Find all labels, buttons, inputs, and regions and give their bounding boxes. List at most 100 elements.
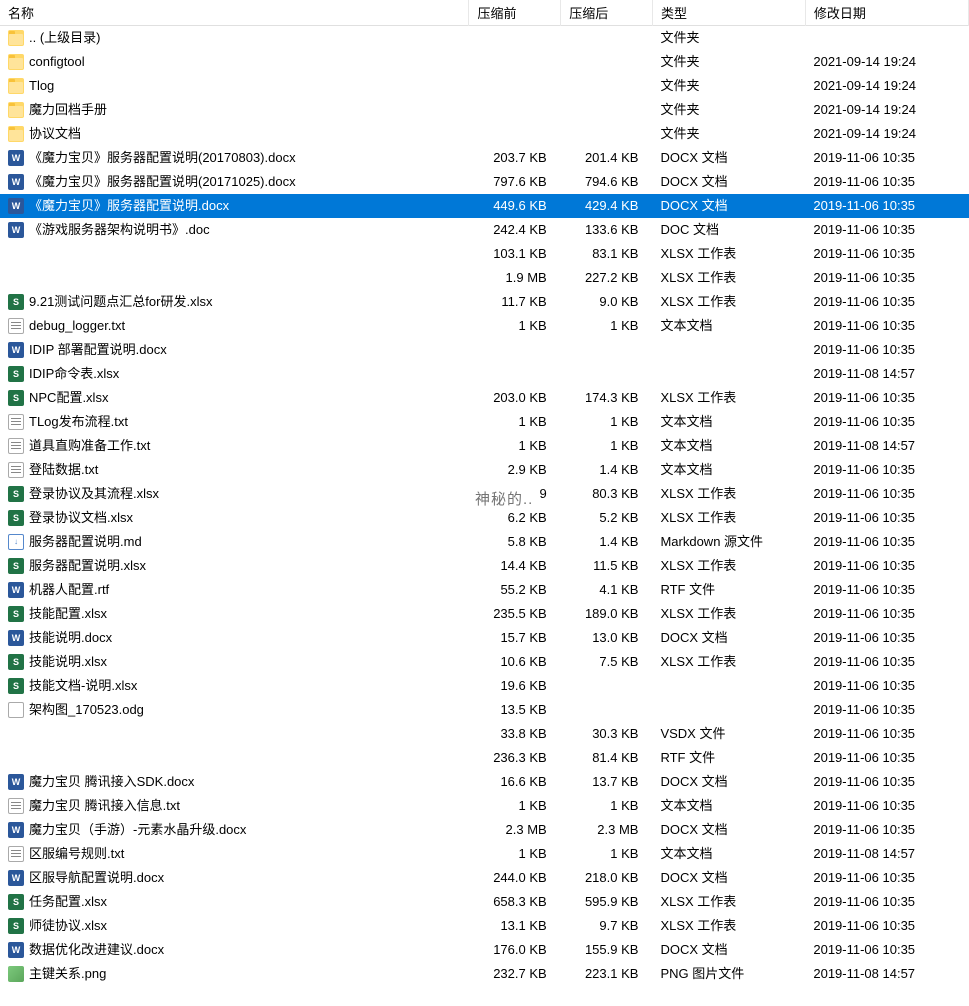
size-before: 1 KB [469,794,561,818]
size-after: 9.0 KB [561,290,653,314]
size-before: 235.5 KB [469,602,561,626]
column-header-after[interactable]: 压缩后 [561,0,653,26]
file-row[interactable]: W《游戏服务器架构说明书》.doc242.4 KB133.6 KBDOC 文档2… [0,218,969,242]
file-name: NPC配置.xlsx [29,386,108,410]
file-row[interactable]: 魔力宝贝 腾讯接入信息.txt1 KB1 KB文本文档2019-11-06 10… [0,794,969,818]
file-date: 2019-11-06 10:35 [805,650,968,674]
txt-icon [8,798,24,814]
size-before: 1 KB [469,410,561,434]
file-row[interactable]: S技能文档-说明.xlsx19.6 KB2019-11-06 10:35 [0,674,969,698]
size-after: 9.7 KB [561,914,653,938]
file-date: 2019-11-06 10:35 [805,290,968,314]
size-before [469,122,561,146]
file-row[interactable]: 区服编号规则.txt1 KB1 KB文本文档2019-11-08 14:57 [0,842,969,866]
file-row[interactable]: ↓服务器配置说明.md5.8 KB1.4 KBMarkdown 源文件2019-… [0,530,969,554]
file-row[interactable]: configtool文件夹2021-09-14 19:24 [0,50,969,74]
file-date: 2019-11-06 10:35 [805,578,968,602]
txt-icon [8,438,24,454]
file-row[interactable]: S任务配置.xlsx658.3 KB595.9 KBXLSX 工作表2019-1… [0,890,969,914]
file-row[interactable]: S服务器配置说明.xlsx14.4 KB11.5 KBXLSX 工作表2019-… [0,554,969,578]
file-type: 文本文档 [652,314,805,338]
file-row[interactable]: 33.8 KB30.3 KBVSDX 文件2019-11-06 10:35 [0,722,969,746]
file-row[interactable]: 103.1 KB83.1 KBXLSX 工作表2019-11-06 10:35 [0,242,969,266]
size-after [561,674,653,698]
file-date: 2019-11-06 10:35 [805,626,968,650]
size-after [561,698,653,722]
file-row[interactable]: 道具直购准备工作.txt1 KB1 KB文本文档2019-11-08 14:57 [0,434,969,458]
file-row[interactable]: .. (上级目录)文件夹 [0,26,969,51]
file-row[interactable]: W机器人配置.rtf55.2 KB4.1 KBRTF 文件2019-11-06 … [0,578,969,602]
file-row[interactable]: 魔力回档手册文件夹2021-09-14 19:24 [0,98,969,122]
file-row[interactable]: 架构图_170523.odg13.5 KB2019-11-06 10:35 [0,698,969,722]
size-before: 203.7 KB [469,146,561,170]
column-header-date[interactable]: 修改日期 [805,0,968,26]
file-row[interactable]: W技能说明.docx15.7 KB13.0 KBDOCX 文档2019-11-0… [0,626,969,650]
file-row[interactable]: W区服导航配置说明.docx244.0 KB218.0 KBDOCX 文档201… [0,866,969,890]
file-type: 文件夹 [652,26,805,51]
file-row[interactable]: SNPC配置.xlsx203.0 KB174.3 KBXLSX 工作表2019-… [0,386,969,410]
file-row[interactable]: W《魔力宝贝》服务器配置说明(20170803).docx203.7 KB201… [0,146,969,170]
file-row[interactable]: W《魔力宝贝》服务器配置说明.docx449.6 KB429.4 KBDOCX … [0,194,969,218]
column-header-before[interactable]: 压缩前 [469,0,561,26]
file-type: 文件夹 [652,74,805,98]
size-after: 227.2 KB [561,266,653,290]
file-name: 技能说明.xlsx [29,650,107,674]
rtf-icon: W [8,582,24,598]
file-type: RTF 文件 [652,746,805,770]
file-row[interactable]: S登录协议文档.xlsx6.2 KB5.2 KBXLSX 工作表2019-11-… [0,506,969,530]
size-after: 174.3 KB [561,386,653,410]
file-name: 《游戏服务器架构说明书》.doc [29,218,210,242]
docx-icon: W [8,630,24,646]
file-row[interactable]: W《魔力宝贝》服务器配置说明(20171025).docx797.6 KB794… [0,170,969,194]
file-row[interactable]: S技能配置.xlsx235.5 KB189.0 KBXLSX 工作表2019-1… [0,602,969,626]
size-after: 2.3 MB [561,818,653,842]
file-row[interactable]: S登录协议及其流程.xlsx980.3 KBXLSX 工作表2019-11-06… [0,482,969,506]
column-header-name[interactable]: 名称 [0,0,469,26]
file-date: 2019-11-06 10:35 [805,266,968,290]
file-date: 2021-09-14 19:24 [805,74,968,98]
file-type: XLSX 工作表 [652,506,805,530]
file-date: 2021-09-14 19:24 [805,122,968,146]
file-date: 2019-11-08 14:57 [805,362,968,386]
file-type [652,674,805,698]
file-row[interactable]: W数据优化改进建议.docx176.0 KB155.9 KBDOCX 文档201… [0,938,969,962]
file-type: 文本文档 [652,794,805,818]
file-row[interactable]: S技能说明.xlsx10.6 KB7.5 KBXLSX 工作表2019-11-0… [0,650,969,674]
file-row[interactable]: 协议文档文件夹2021-09-14 19:24 [0,122,969,146]
xlsx-icon: S [8,558,24,574]
file-date: 2019-11-06 10:35 [805,146,968,170]
file-row[interactable]: TLog发布流程.txt1 KB1 KB文本文档2019-11-06 10:35 [0,410,969,434]
xlsx-icon: S [8,678,24,694]
size-after [561,74,653,98]
file-date: 2019-11-08 14:57 [805,842,968,866]
file-date: 2019-11-06 10:35 [805,746,968,770]
file-name: 《魔力宝贝》服务器配置说明(20170803).docx [29,146,296,170]
file-row[interactable]: 登陆数据.txt2.9 KB1.4 KB文本文档2019-11-06 10:35 [0,458,969,482]
size-before: 1 KB [469,842,561,866]
file-row[interactable]: debug_logger.txt1 KB1 KB文本文档2019-11-06 1… [0,314,969,338]
file-row[interactable]: SIDIP命令表.xlsx2019-11-08 14:57 [0,362,969,386]
file-name: 机器人配置.rtf [29,578,109,602]
column-header-type[interactable]: 类型 [652,0,805,26]
file-name: 《魔力宝贝》服务器配置说明.docx [29,194,229,218]
file-row[interactable]: 主键关系.png232.7 KB223.1 KBPNG 图片文件2019-11-… [0,962,969,986]
file-row[interactable]: W魔力宝贝 腾讯接入SDK.docx16.6 KB13.7 KBDOCX 文档2… [0,770,969,794]
file-row[interactable]: WIDIP 部署配置说明.docx2019-11-06 10:35 [0,338,969,362]
file-row[interactable]: W魔力宝贝（手游）-元素水晶升级.docx2.3 MB2.3 MBDOCX 文档… [0,818,969,842]
file-row[interactable]: S师徒协议.xlsx13.1 KB9.7 KBXLSX 工作表2019-11-0… [0,914,969,938]
file-type: XLSX 工作表 [652,266,805,290]
file-row[interactable]: 1.9 MB227.2 KBXLSX 工作表2019-11-06 10:35 [0,266,969,290]
size-after: 13.7 KB [561,770,653,794]
file-date: 2019-11-08 14:57 [805,962,968,986]
size-before [469,338,561,362]
file-row[interactable]: 236.3 KB81.4 KBRTF 文件2019-11-06 10:35 [0,746,969,770]
size-before: 1 KB [469,434,561,458]
file-type: XLSX 工作表 [652,482,805,506]
file-row[interactable]: Tlog文件夹2021-09-14 19:24 [0,74,969,98]
file-row[interactable]: S9.21测试问题点汇总for研发.xlsx11.7 KB9.0 KBXLSX … [0,290,969,314]
xlsx-icon: S [8,606,24,622]
folder-icon [8,54,24,70]
docx-icon: W [8,942,24,958]
size-before: 1 KB [469,314,561,338]
file-date: 2019-11-06 10:35 [805,698,968,722]
